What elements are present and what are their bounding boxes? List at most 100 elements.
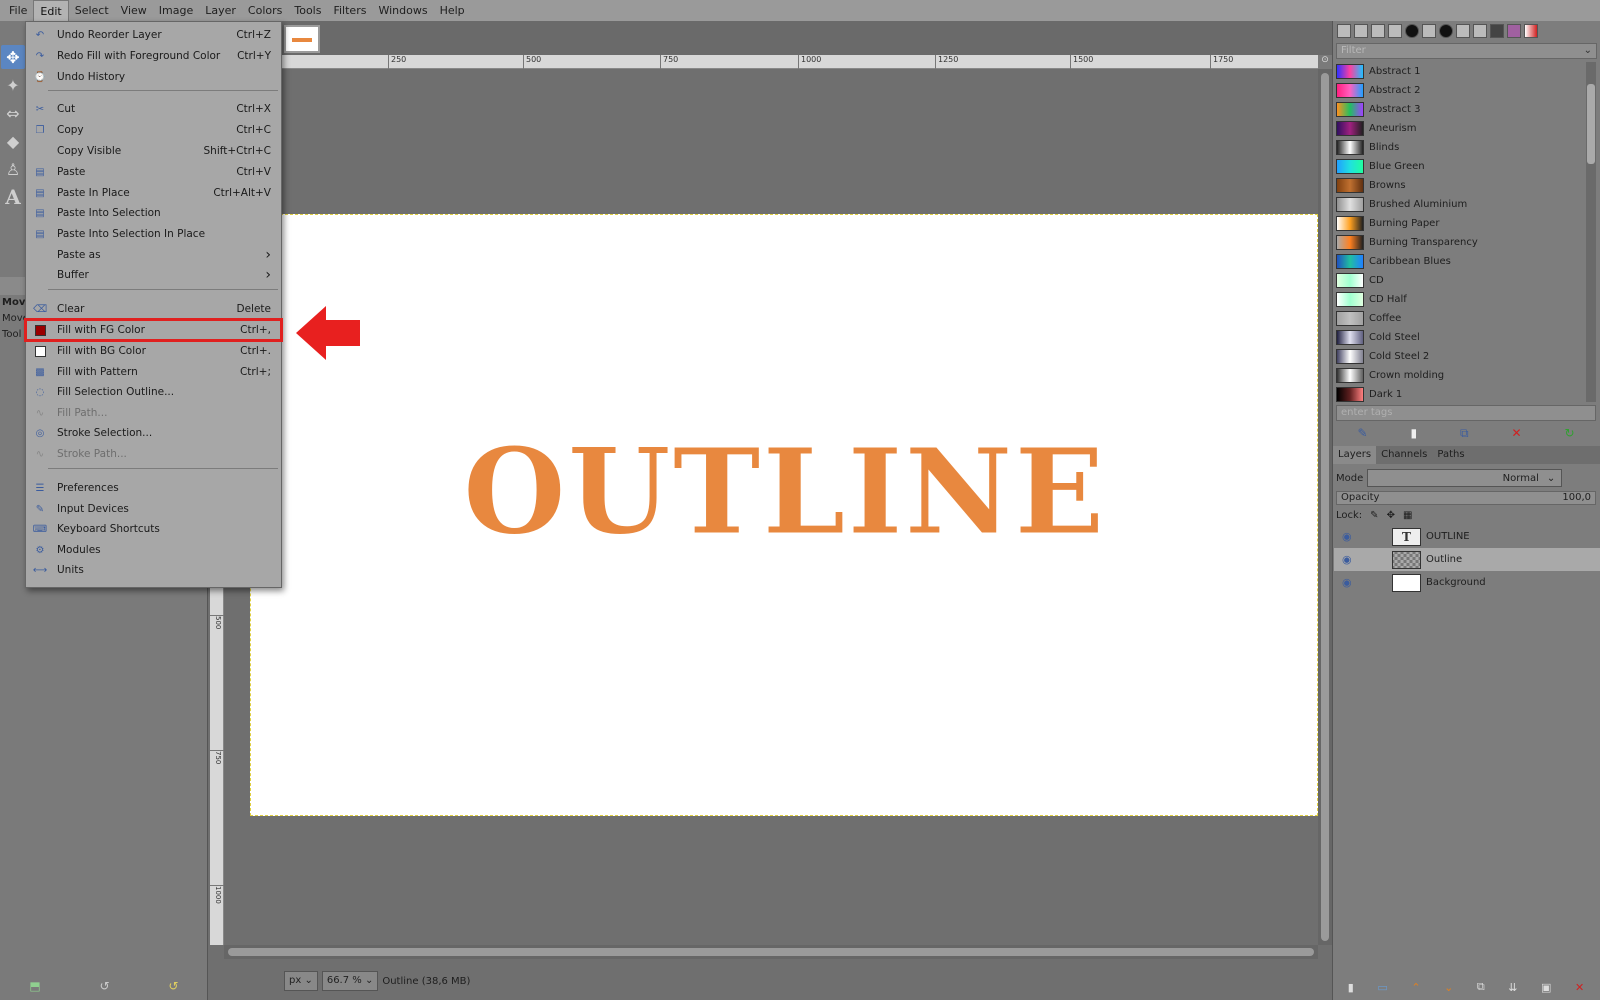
menu-item-paste-into-selection-in-place[interactable]: ▤ Paste Into Selection In Place: [26, 224, 281, 244]
eraser-icon[interactable]: ◆: [1, 129, 25, 153]
lock-position-icon[interactable]: ✥: [1387, 510, 1395, 521]
menu-filters[interactable]: Filters: [327, 0, 372, 21]
gradient-item[interactable]: Abstract 1: [1336, 62, 1584, 81]
menu-view[interactable]: View: [115, 0, 153, 21]
brush-circle-icon[interactable]: [1405, 24, 1419, 38]
layer-row[interactable]: ◉ Outline: [1334, 548, 1600, 571]
menu-item-modules[interactable]: ⚙ Modules: [26, 540, 281, 560]
brush-soft-icon[interactable]: [1422, 24, 1436, 38]
menu-item-stroke-path[interactable]: ∿ Stroke Path...: [26, 444, 281, 464]
menu-item-paste-into-selection[interactable]: ▤ Paste Into Selection: [26, 203, 281, 223]
merge-layer-icon[interactable]: ⇊: [1508, 981, 1517, 994]
menu-item-input-devices[interactable]: ✎ Input Devices: [26, 499, 281, 519]
menu-item-preferences[interactable]: ☰ Preferences: [26, 478, 281, 498]
gradient-item[interactable]: CD: [1336, 271, 1584, 290]
gradient-item[interactable]: Burning Transparency: [1336, 233, 1584, 252]
menu-item-stroke-selection[interactable]: ◎ Stroke Selection...: [26, 423, 281, 443]
navigate-icon[interactable]: ⊙: [1318, 55, 1332, 69]
menu-item-fill-selection-outline[interactable]: ◌ Fill Selection Outline...: [26, 382, 281, 402]
restore-options-icon[interactable]: ↺: [100, 979, 110, 993]
mybrush-icon[interactable]: [1490, 24, 1504, 38]
mask-icon[interactable]: ▣: [1541, 981, 1551, 994]
menu-select[interactable]: Select: [69, 0, 115, 21]
tab-paths[interactable]: Paths: [1432, 446, 1469, 464]
menu-item-paste-as[interactable]: Paste as ›: [26, 245, 281, 265]
text-tool-icon[interactable]: A: [1, 185, 25, 209]
gradient-filter-input[interactable]: Filter ⌄: [1336, 43, 1597, 59]
gradient-item[interactable]: Aneurism: [1336, 119, 1584, 138]
menu-item-fill-with-fg-color[interactable]: Fill with FG Color Ctrl+,: [24, 318, 283, 342]
gradients-tab-icon[interactable]: [1524, 24, 1538, 38]
image-thumbnail-tab[interactable]: [284, 25, 320, 53]
gradient-list-scrollbar[interactable]: [1586, 62, 1596, 402]
tag-icon[interactable]: [1507, 24, 1521, 38]
unit-select[interactable]: px ⌄: [284, 971, 318, 991]
gradient-item[interactable]: Abstract 3: [1336, 100, 1584, 119]
layer-row[interactable]: ◉ T OUTLINE: [1334, 525, 1600, 548]
menu-item-clear[interactable]: ⌫ Clear Delete: [26, 299, 281, 319]
gradient-item[interactable]: Abstract 2: [1336, 81, 1584, 100]
reset-options-icon[interactable]: ↺: [169, 979, 179, 993]
mode-select[interactable]: Normal ⌄: [1367, 469, 1563, 487]
opacity-slider[interactable]: Opacity 100,0: [1336, 491, 1596, 505]
brush-hard-icon[interactable]: [1439, 24, 1453, 38]
menu-item-keyboard-shortcuts[interactable]: ⌨ Keyboard Shortcuts: [26, 519, 281, 539]
menu-file[interactable]: File: [3, 0, 33, 21]
delete-layer-icon[interactable]: ✕: [1575, 981, 1584, 994]
menu-item-paste-in-place[interactable]: ▤ Paste In Place Ctrl+Alt+V: [26, 183, 281, 203]
menu-item-copy[interactable]: ❐ Copy Ctrl+C: [26, 120, 281, 140]
menu-item-cut[interactable]: ✂ Cut Ctrl+X: [26, 99, 281, 119]
palettes-tab-icon[interactable]: [1388, 24, 1402, 38]
eye-icon[interactable]: ◉: [1342, 530, 1356, 543]
patterns-tab-icon[interactable]: [1354, 24, 1368, 38]
menu-colors[interactable]: Colors: [242, 0, 288, 21]
raise-layer-icon[interactable]: ⌃: [1411, 981, 1420, 994]
duplicate-gradient-icon[interactable]: ⧉: [1460, 426, 1469, 441]
fuzzy-select-icon[interactable]: ✦: [1, 73, 25, 97]
zoom-select[interactable]: 66.7 % ⌄: [321, 971, 379, 991]
tool-presets-icon[interactable]: [1473, 24, 1487, 38]
gradient-item[interactable]: Cold Steel: [1336, 328, 1584, 347]
gradient-item[interactable]: Crown molding: [1336, 366, 1584, 385]
brushes-tab-icon[interactable]: [1337, 24, 1351, 38]
edit-gradient-icon[interactable]: ✎: [1357, 426, 1367, 440]
gradient-item[interactable]: Burning Paper: [1336, 214, 1584, 233]
tab-layers[interactable]: Layers: [1333, 446, 1377, 464]
gradient-item[interactable]: Brushed Aluminium: [1336, 195, 1584, 214]
eye-icon[interactable]: ◉: [1342, 576, 1356, 589]
new-group-icon[interactable]: ▭: [1377, 981, 1387, 994]
menu-windows[interactable]: Windows: [372, 0, 433, 21]
menu-item-units[interactable]: ⟷ Units: [26, 560, 281, 580]
fonts-tab-icon[interactable]: [1371, 24, 1385, 38]
gradient-item[interactable]: CD Half: [1336, 290, 1584, 309]
menu-image[interactable]: Image: [153, 0, 199, 21]
refresh-gradients-icon[interactable]: ↻: [1564, 426, 1574, 440]
duplicate-layer-icon[interactable]: ⧉: [1477, 980, 1485, 994]
layer-row[interactable]: ◉ Background: [1334, 571, 1600, 594]
menu-item-undo-reorder-layer[interactable]: ↶ Undo Reorder Layer Ctrl+Z: [26, 25, 281, 45]
menu-item-fill-path[interactable]: ∿ Fill Path...: [26, 403, 281, 423]
menu-edit[interactable]: Edit: [33, 0, 69, 21]
move-tool-icon[interactable]: ✥: [1, 45, 25, 69]
new-layer-icon[interactable]: ▮: [1348, 981, 1354, 994]
horizontal-scrollbar[interactable]: [224, 945, 1318, 959]
lock-alpha-icon[interactable]: ▦: [1403, 510, 1412, 521]
gradient-item[interactable]: Caribbean Blues: [1336, 252, 1584, 271]
menu-item-buffer[interactable]: Buffer ›: [26, 265, 281, 285]
lower-layer-icon[interactable]: ⌄: [1444, 981, 1453, 994]
menu-item-paste[interactable]: ▤ Paste Ctrl+V: [26, 162, 281, 182]
gradient-item[interactable]: Blue Green: [1336, 157, 1584, 176]
dynamics-icon[interactable]: [1456, 24, 1470, 38]
clone-stamp-icon[interactable]: ♙: [1, 157, 25, 181]
new-gradient-icon[interactable]: ▮: [1410, 426, 1417, 440]
gradient-item[interactable]: Browns: [1336, 176, 1584, 195]
delete-gradient-icon[interactable]: ✕: [1511, 426, 1521, 440]
eye-icon[interactable]: ◉: [1342, 553, 1356, 566]
tags-input[interactable]: enter tags: [1336, 405, 1596, 421]
menu-item-redo-fill-with-foreground-color[interactable]: ↷ Redo Fill with Foreground Color Ctrl+Y: [26, 46, 281, 66]
menu-item-undo-history[interactable]: ⌚ Undo History: [26, 67, 281, 87]
gradient-item[interactable]: Dark 1: [1336, 385, 1584, 402]
align-tool-icon[interactable]: ⇔: [1, 101, 25, 125]
menu-item-copy-visible[interactable]: Copy Visible Shift+Ctrl+C: [26, 141, 281, 161]
vertical-scrollbar[interactable]: [1318, 69, 1332, 945]
